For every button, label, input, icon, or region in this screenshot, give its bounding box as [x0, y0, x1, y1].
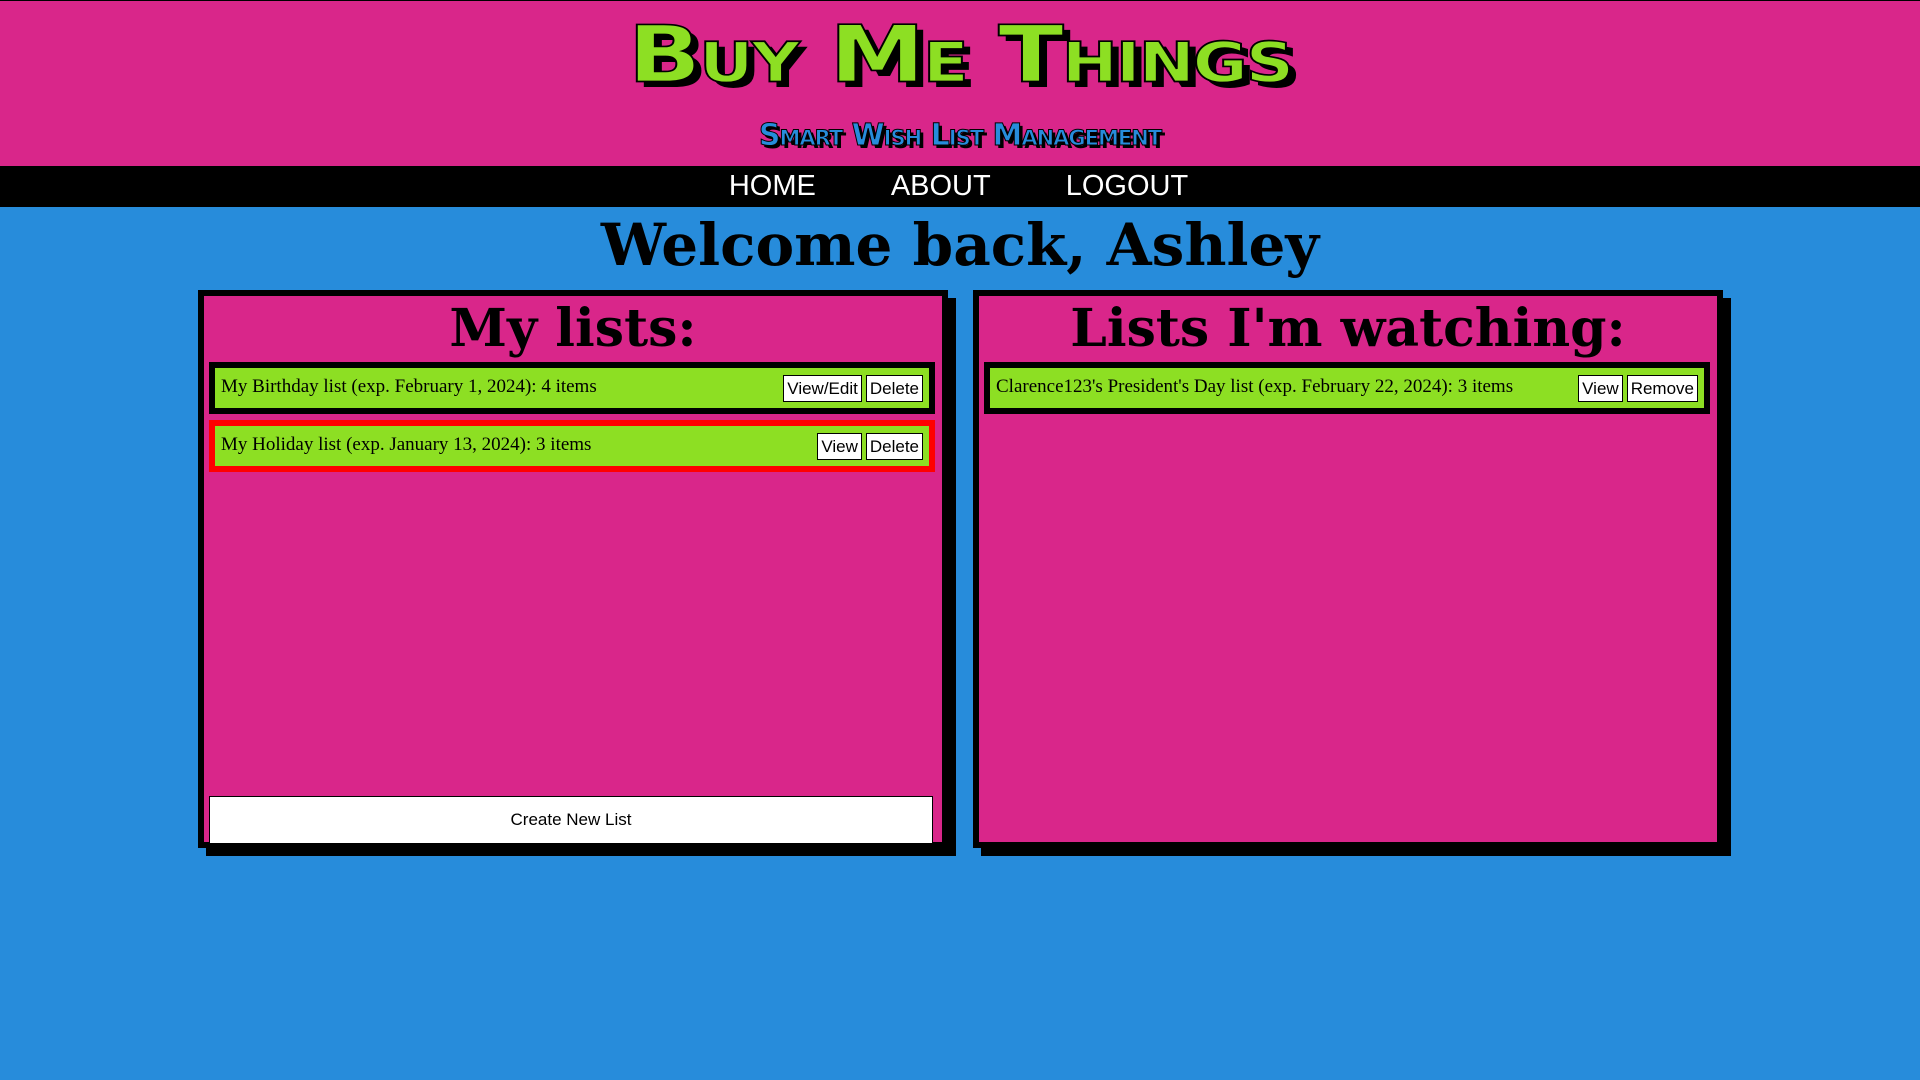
- my-lists-panel: My lists: My Birthday list (exp. Februar…: [198, 290, 948, 848]
- list-item-label: My Holiday list (exp. January 13, 2024):…: [221, 434, 592, 455]
- watching-lists-heading: Lists I'm watching:: [1070, 298, 1626, 359]
- watching-lists-panel: Lists I'm watching: Clarence123's Presid…: [973, 290, 1723, 848]
- welcome-heading: Welcome back, Ashley: [600, 211, 1320, 279]
- list-item-label: Clarence123's President's Day list (exp.…: [996, 376, 1514, 397]
- create-new-list-button[interactable]: Create New List: [209, 796, 933, 844]
- list-item-label: My Birthday list (exp. February 1, 2024)…: [221, 376, 597, 397]
- list-item: Clarence123's President's Day list (exp.…: [984, 362, 1710, 414]
- view-button[interactable]: View: [817, 432, 862, 460]
- nav-link-home[interactable]: HOME: [729, 170, 816, 203]
- list-item-actions: View/Edit Delete: [783, 374, 923, 402]
- nav-link-logout[interactable]: LOGOUT: [1066, 170, 1188, 203]
- list-item: My Holiday list (exp. January 13, 2024):…: [209, 420, 935, 472]
- site-subtitle: Smart Wish List Management: [758, 118, 1162, 153]
- delete-button[interactable]: Delete: [865, 374, 923, 402]
- view-button[interactable]: View: [1578, 374, 1623, 402]
- view-edit-button[interactable]: View/Edit: [783, 374, 862, 402]
- navigation-bar: HOME ABOUT LOGOUT: [0, 166, 1920, 207]
- delete-button[interactable]: Delete: [865, 432, 923, 460]
- site-title: Buy Me Things: [627, 7, 1295, 101]
- nav-link-about[interactable]: ABOUT: [891, 170, 991, 203]
- list-item-actions: View Remove: [1578, 374, 1698, 402]
- list-item: My Birthday list (exp. February 1, 2024)…: [209, 362, 935, 414]
- site-header: Buy Me Things Smart Wish List Management: [0, 0, 1920, 166]
- nav-links: HOME ABOUT LOGOUT: [729, 166, 1188, 207]
- remove-button[interactable]: Remove: [1626, 374, 1698, 402]
- list-item-actions: View Delete: [817, 432, 923, 460]
- my-lists-heading: My lists:: [449, 298, 697, 359]
